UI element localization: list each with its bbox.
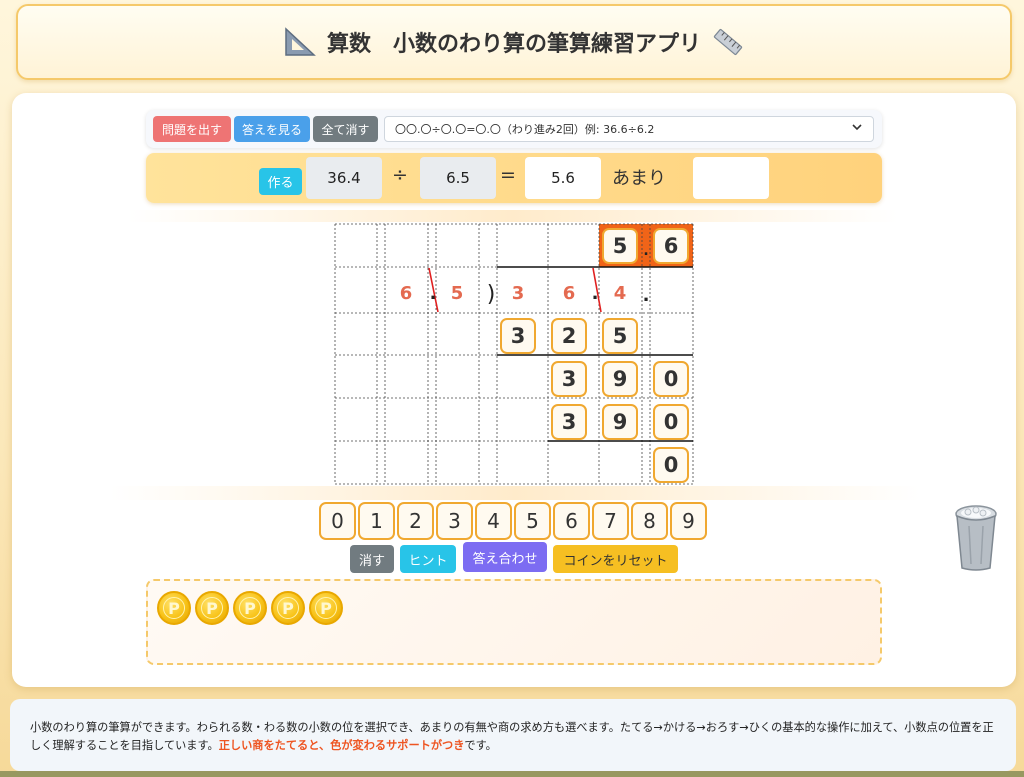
problem-type-select[interactable]: 〇〇.〇÷〇.〇=〇.〇（わり進み2回）例: 36.6÷6.2 [384, 116, 874, 142]
divider-glow [110, 486, 920, 500]
set-square-icon [285, 27, 316, 56]
bottom-edge [0, 771, 1024, 777]
digit-key-8[interactable]: 8 [631, 502, 668, 540]
quotient-point: . [643, 243, 648, 259]
product-digit-tile[interactable]: 2 [551, 318, 587, 354]
divide-sign: ÷ [392, 164, 408, 186]
dividend-input[interactable]: 36.4 [306, 157, 382, 199]
remainder-digit-tile[interactable]: 0 [653, 447, 689, 483]
equals-sign: = [500, 164, 516, 186]
product-digit-tile[interactable]: 3 [500, 318, 536, 354]
divisor-input[interactable]: 6.5 [420, 157, 496, 199]
dividend-point: . [592, 283, 599, 304]
product-digit-tile[interactable]: 5 [602, 318, 638, 354]
coin-icon: P [157, 591, 191, 625]
difference-digit-tile[interactable]: 9 [602, 361, 638, 397]
quotient-input[interactable]: 5.6 [525, 157, 601, 199]
description-footer: 小数のわり算の筆算ができます。わられる数・わる数の小数の位を選択でき、あまりの有… [10, 699, 1016, 771]
description-text-end: です。 [464, 739, 497, 752]
description-text: 小数のわり算の筆算ができます。わられる数・わる数の小数の位を選択でき、あまりの有… [30, 721, 994, 752]
difference-digit-tile[interactable]: 0 [653, 361, 689, 397]
digit-key-0[interactable]: 0 [319, 502, 356, 540]
digit-key-3[interactable]: 3 [436, 502, 473, 540]
quotient-digit-tile[interactable]: 6 [653, 228, 689, 264]
coin-icon: P [233, 591, 267, 625]
divisor-digit: 6 [400, 283, 413, 304]
digit-key-5[interactable]: 5 [514, 502, 551, 540]
product-digit-tile[interactable]: 0 [653, 404, 689, 440]
division-bracket: ) [487, 282, 496, 307]
app-header: 算数 小数のわり算の筆算練習アプリ [16, 4, 1012, 80]
make-problem-button[interactable]: 作る [259, 168, 302, 195]
trash-can-icon[interactable] [952, 502, 1000, 572]
dividend-digit: 3 [512, 283, 525, 304]
digit-key-4[interactable]: 4 [475, 502, 512, 540]
dividend-point-new: . [643, 285, 650, 306]
digit-key-7[interactable]: 7 [592, 502, 629, 540]
product-digit-tile[interactable]: 9 [602, 404, 638, 440]
difference-digit-tile[interactable]: 3 [551, 361, 587, 397]
ruler-icon [713, 28, 743, 56]
divider-glow [128, 210, 898, 222]
new-problem-button[interactable]: 問題を出す [153, 116, 231, 142]
erase-button[interactable]: 消す [350, 545, 394, 573]
page-title: 算数 小数のわり算の筆算練習アプリ [283, 25, 745, 59]
dividend-digit: 4 [614, 283, 627, 304]
divisor-digit: 5 [451, 283, 464, 304]
quotient-digit-tile[interactable]: 5 [602, 228, 638, 264]
digit-key-6[interactable]: 6 [553, 502, 590, 540]
digit-key-1[interactable]: 1 [358, 502, 395, 540]
check-answer-button[interactable]: 答え合わせ [463, 542, 547, 572]
remainder-label: あまり [612, 168, 666, 189]
divisor-point: . [430, 283, 437, 304]
long-division-grid: 6 . 5 ) 3 6 . 4 . . [334, 223, 694, 485]
product-digit-tile[interactable]: 3 [551, 404, 587, 440]
digit-key-9[interactable]: 9 [670, 502, 707, 540]
show-answer-button[interactable]: 答えを見る [234, 116, 310, 142]
remainder-input[interactable] [693, 157, 769, 199]
clear-all-button[interactable]: 全て消す [313, 116, 378, 142]
coin-icon: P [271, 591, 305, 625]
hint-button[interactable]: ヒント [400, 545, 456, 573]
problem-type-value: 〇〇.〇÷〇.〇=〇.〇（わり進み2回）例: 36.6÷6.2 [395, 123, 655, 136]
dividend-digit: 6 [563, 283, 576, 304]
digit-key-2[interactable]: 2 [397, 502, 434, 540]
coin-icon: P [195, 591, 229, 625]
reset-coins-button[interactable]: コインをリセット [553, 545, 678, 573]
description-highlight: 正しい商をたてると、色が変わるサポートがつき [218, 739, 465, 752]
chevron-down-icon [851, 121, 863, 136]
coin-icon: P [309, 591, 343, 625]
